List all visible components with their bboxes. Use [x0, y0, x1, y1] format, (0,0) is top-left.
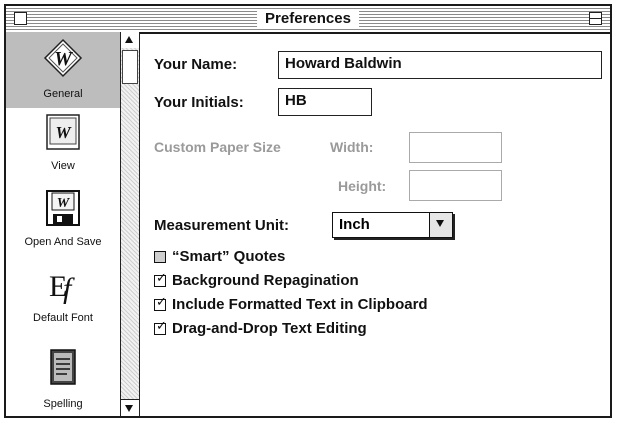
measurement-unit-label: Measurement Unit: — [154, 217, 290, 234]
svg-text:W: W — [57, 196, 71, 211]
width-field[interactable] — [409, 132, 502, 163]
option-label: “Smart” Quotes — [172, 248, 286, 265]
title-bar[interactable]: Preferences — [6, 6, 610, 34]
your-initials-label: Your Initials: — [154, 94, 244, 111]
your-name-field[interactable]: Howard Baldwin — [278, 51, 602, 79]
spelling-book-icon — [50, 349, 76, 385]
svg-text:W: W — [54, 48, 73, 70]
width-label: Width: — [330, 139, 374, 155]
chevron-down-icon — [436, 220, 444, 227]
popup-arrow-button[interactable] — [429, 213, 452, 237]
category-sidebar: W General W View W Open And Save E f Def… — [6, 32, 121, 416]
svg-text:W: W — [55, 123, 72, 142]
checkbox[interactable]: ✓ — [154, 271, 167, 287]
measurement-unit-value: Inch — [339, 216, 370, 233]
sidebar-item-label: Default Font — [33, 312, 93, 324]
window-title: Preferences — [257, 9, 359, 29]
view-document-icon: W — [46, 114, 80, 150]
scroll-thumb[interactable] — [122, 50, 138, 84]
down-arrow-icon — [125, 405, 133, 412]
checkbox[interactable] — [154, 251, 166, 263]
check-icon: ✓ — [156, 271, 167, 286]
check-icon: ✓ — [156, 295, 167, 310]
height-field[interactable] — [409, 170, 502, 201]
close-box[interactable] — [14, 12, 27, 25]
height-label: Height: — [338, 178, 387, 194]
your-name-label: Your Name: — [154, 56, 238, 73]
font-ef-icon: E f — [49, 270, 75, 304]
scroll-track[interactable] — [121, 48, 139, 400]
checkbox[interactable]: ✓ — [154, 319, 167, 335]
floppy-disk-icon: W — [46, 190, 80, 226]
option-label: Include Formatted Text in Clipboard — [172, 296, 428, 313]
sidebar-item-spelling[interactable]: Spelling — [6, 336, 120, 412]
sidebar-item-general[interactable]: W General — [6, 32, 120, 108]
scroll-up-button[interactable] — [121, 32, 139, 49]
checkbox[interactable]: ✓ — [154, 295, 167, 311]
zoom-box[interactable] — [589, 12, 602, 25]
custom-paper-size-label: Custom Paper Size — [154, 139, 281, 155]
scroll-down-button[interactable] — [121, 399, 139, 416]
sidebar-item-label: Spelling — [43, 398, 83, 410]
sidebar-item-default-font[interactable]: E f Default Font — [6, 260, 120, 336]
svg-text:f: f — [63, 272, 75, 304]
sidebar-item-label: View — [51, 160, 75, 172]
your-initials-field[interactable]: HB — [278, 88, 372, 116]
measurement-unit-popup[interactable]: Inch — [332, 212, 453, 238]
option-label: Drag-and-Drop Text Editing — [172, 320, 367, 337]
option-label: Background Repagination — [172, 272, 359, 289]
check-icon: ✓ — [156, 319, 167, 334]
word-w-logo-icon: W — [43, 38, 83, 78]
sidebar-item-view[interactable]: W View — [6, 108, 120, 184]
sidebar-item-label: General — [43, 88, 83, 100]
sidebar-item-label: Open And Save — [24, 236, 102, 248]
preferences-window: Preferences W General W View W Open And … — [4, 4, 612, 418]
up-arrow-icon — [125, 36, 133, 43]
sidebar-item-open-and-save[interactable]: W Open And Save — [6, 184, 120, 260]
sidebar-scrollbar[interactable] — [120, 32, 140, 416]
